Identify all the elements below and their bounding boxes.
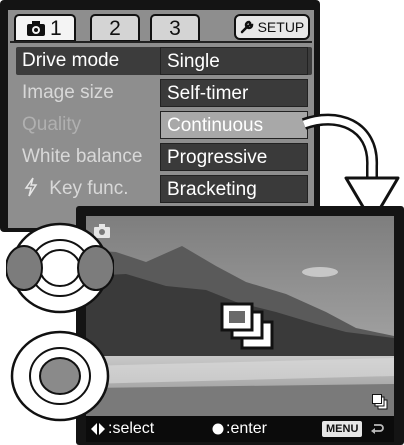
- tab-setup[interactable]: SETUP: [234, 14, 310, 40]
- wrench-icon: [240, 20, 253, 34]
- option-single[interactable]: Single: [160, 47, 308, 75]
- option-continuous[interactable]: Continuous: [160, 111, 308, 139]
- controller-left-right-icon: [6, 222, 114, 314]
- center-button-icon: [212, 423, 224, 435]
- tab-3[interactable]: 3: [150, 14, 200, 42]
- enter-label: :enter: [226, 420, 267, 437]
- option-bracketing[interactable]: Bracketing: [160, 175, 308, 203]
- tab-3-label: 3: [169, 17, 181, 40]
- menu-panel: 1 2 3 SETUP Drive mode Image size Qualit…: [8, 10, 314, 228]
- preview-screen: :select :enter MENU: [76, 206, 404, 445]
- menu-row-drive-mode[interactable]: Drive mode: [22, 47, 119, 75]
- tab-1[interactable]: 1: [14, 14, 76, 42]
- menu-row-white-balance[interactable]: White balance: [22, 143, 142, 171]
- select-label: :select: [108, 420, 155, 437]
- menu-row-key-func[interactable]: Key func.: [24, 175, 129, 203]
- option-self-timer[interactable]: Self-timer: [160, 79, 308, 107]
- camera-icon: [27, 21, 45, 36]
- menu-button[interactable]: MENU: [322, 421, 363, 437]
- tab-2[interactable]: 2: [90, 14, 140, 42]
- tab-2-label: 2: [109, 17, 121, 40]
- option-progressive[interactable]: Progressive: [160, 143, 308, 171]
- status-bar: :select :enter MENU: [86, 416, 394, 442]
- controller-center-icon: [10, 330, 110, 422]
- tab-1-label: 1: [50, 17, 62, 40]
- return-icon: [371, 424, 384, 434]
- menu-screen: 1 2 3 SETUP Drive mode Image size Qualit…: [0, 0, 320, 232]
- lightning-icon: [24, 177, 38, 197]
- key-func-label: Key func.: [49, 178, 129, 199]
- continuous-drive-icon: [372, 394, 388, 410]
- setup-label: SETUP: [257, 19, 305, 35]
- landscape-photo: [86, 216, 394, 416]
- menu-row-image-size[interactable]: Image size: [22, 79, 114, 107]
- continuous-drive-icon: [220, 302, 274, 350]
- tab-divider: [10, 41, 312, 43]
- menu-row-quality[interactable]: Quality: [22, 111, 81, 139]
